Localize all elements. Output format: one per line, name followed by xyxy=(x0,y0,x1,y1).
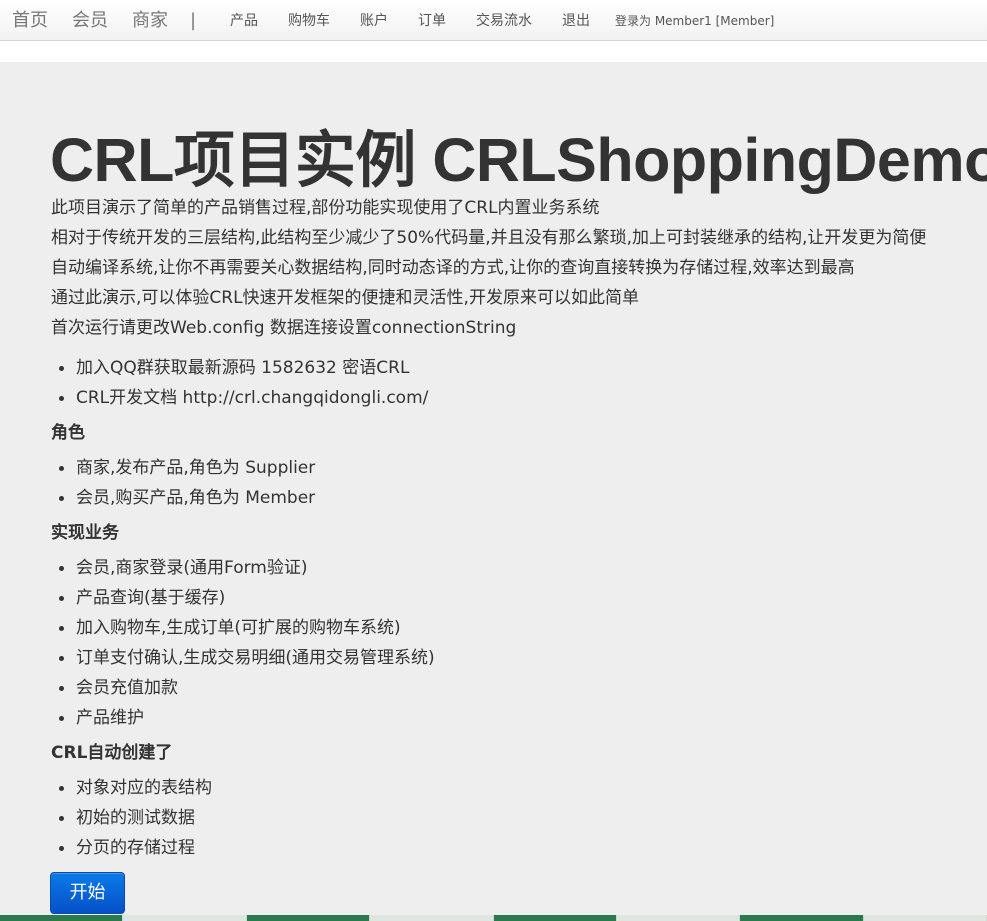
features-heading: 实现业务 xyxy=(51,523,119,543)
nav-item-account[interactable]: 账户 xyxy=(360,12,388,30)
roles-heading: 角色 xyxy=(51,423,85,443)
taskbar-segment xyxy=(740,915,864,921)
list-item: 对象对应的表结构 xyxy=(51,773,981,803)
taskbar-segment xyxy=(246,915,371,921)
list-item: 产品查询(基于缓存) xyxy=(51,583,981,613)
taskbar-segment xyxy=(493,915,617,921)
auto-created-list: 对象对应的表结构 初始的测试数据 分页的存储过程 xyxy=(51,773,981,863)
list-item: 商家,发布产品,角色为 Supplier xyxy=(51,453,981,483)
roles-list: 商家,发布产品,角色为 Supplier 会员,购买产品,角色为 Member xyxy=(51,453,981,513)
list-item: 产品维护 xyxy=(51,703,981,733)
taskbar-segment xyxy=(370,915,494,921)
list-item: CRL开发文档 http://crl.changqidongli.com/ xyxy=(51,383,981,413)
intro-paragraph: 相对于传统开发的三层结构,此结构至少减少了50%代码量,并且没有那么繁琐,加上可… xyxy=(51,228,927,248)
list-item: 会员充值加款 xyxy=(51,673,981,703)
list-item: 初始的测试数据 xyxy=(51,803,981,833)
nav-separator: | xyxy=(190,10,197,31)
nav-item-transactions[interactable]: 交易流水 xyxy=(476,12,532,30)
brand-link-member[interactable]: 会员 xyxy=(72,10,108,32)
navbar: 首页 会员 商家 | 产品 购物车 账户 订单 交易流水 退出 登录为 Memb… xyxy=(0,0,987,41)
taskbar-segment xyxy=(123,915,247,921)
taskbar-segment xyxy=(0,915,124,921)
intro-paragraph: 自动编译系统,让你不再需要关心数据结构,同时动态译的方式,让你的查询直接转换为存… xyxy=(51,258,855,278)
taskbar-segment xyxy=(616,915,741,921)
intro-paragraph: 首次运行请更改Web.config 数据连接设置connectionString xyxy=(51,318,517,338)
taskbar-segment xyxy=(863,915,987,921)
features-list: 会员,商家登录(通用Form验证) 产品查询(基于缓存) 加入购物车,生成订单(… xyxy=(51,553,981,733)
nav-item-cart[interactable]: 购物车 xyxy=(288,12,330,30)
brand-link-home[interactable]: 首页 xyxy=(12,10,48,32)
taskbar-strip xyxy=(0,915,987,921)
page-title: CRL项目实例 CRLShoppingDemo xyxy=(50,126,987,194)
login-status: 登录为 Member1 [Member] xyxy=(615,14,775,28)
list-item: 会员,商家登录(通用Form验证) xyxy=(51,553,981,583)
nav-item-logout[interactable]: 退出 xyxy=(562,12,590,30)
list-item: 会员,购买产品,角色为 Member xyxy=(51,483,981,513)
intro-paragraph: 此项目演示了简单的产品销售过程,部份功能实现使用了CRL内置业务系统 xyxy=(51,198,600,218)
hero-content: 此项目演示了简单的产品销售过程,部份功能实现使用了CRL内置业务系统 相对于传统… xyxy=(51,193,981,863)
brand-link-supplier[interactable]: 商家 xyxy=(132,10,168,32)
intro-paragraph: 通过此演示,可以体验CRL快速开发框架的便捷和灵活性,开发原来可以如此简单 xyxy=(51,288,639,308)
info-list: 加入QQ群获取最新源码 1582632 密语CRL CRL开发文档 http:/… xyxy=(51,353,981,413)
list-item: 加入购物车,生成订单(可扩展的购物车系统) xyxy=(51,613,981,643)
auto-created-heading: CRL自动创建了 xyxy=(51,743,173,763)
nav-item-products[interactable]: 产品 xyxy=(230,12,258,30)
start-button[interactable]: 开始 xyxy=(50,872,125,914)
nav-item-orders[interactable]: 订单 xyxy=(418,12,446,30)
list-item: 分页的存储过程 xyxy=(51,833,981,863)
list-item: 加入QQ群获取最新源码 1582632 密语CRL xyxy=(51,353,981,383)
list-item: 订单支付确认,生成交易明细(通用交易管理系统) xyxy=(51,643,981,673)
